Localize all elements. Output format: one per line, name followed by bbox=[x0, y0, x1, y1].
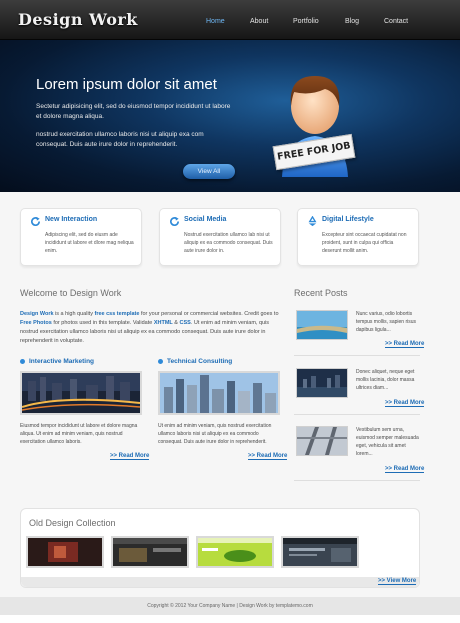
recycle-icon bbox=[308, 216, 317, 227]
interactive-marketing-heading: Interactive Marketing bbox=[20, 358, 94, 365]
welcome-heading: Welcome to Design Work bbox=[20, 288, 122, 298]
copyright-text: Copyright © 2012 Your Company Name | Des… bbox=[147, 603, 313, 609]
post-thumbnail-1[interactable] bbox=[296, 310, 348, 340]
nav-portfolio[interactable]: Portfolio bbox=[293, 18, 319, 25]
site-footer: Copyright © 2012 Your Company Name | Des… bbox=[0, 597, 460, 615]
site-logo[interactable]: Design Work bbox=[18, 10, 138, 29]
nav-home[interactable]: Home bbox=[206, 18, 225, 25]
feature-text: Excepteur sint occaecat cupidatat non pr… bbox=[322, 232, 407, 254]
feature-box-new-interaction: New Interaction Adipiscing elit, sed do … bbox=[20, 208, 142, 266]
intro-text: for photos used in this template. Valida… bbox=[51, 320, 154, 326]
nav-about[interactable]: About bbox=[250, 18, 268, 25]
collection-thumb-3[interactable] bbox=[196, 536, 274, 568]
subheading-text: Technical Consulting bbox=[167, 358, 233, 365]
feature-box-digital-lifestyle: Digital Lifestyle Excepteur sint occaeca… bbox=[297, 208, 419, 266]
hero-text-1: Sectetur adipisicing elit, sed do eiusmo… bbox=[36, 103, 231, 120]
css-link[interactable]: CSS bbox=[180, 320, 191, 326]
hero-text-2: nostrud exercitation ullamco laboris nis… bbox=[36, 131, 204, 148]
read-more-link[interactable]: >> Read More bbox=[385, 341, 425, 348]
bullet-icon bbox=[20, 358, 25, 364]
nav-blog[interactable]: Blog bbox=[345, 18, 359, 25]
collection-footer-bar bbox=[21, 577, 419, 587]
read-more-link[interactable]: >> Read More bbox=[110, 453, 150, 460]
collection-thumb-2[interactable] bbox=[111, 536, 189, 568]
bullet-icon bbox=[158, 358, 163, 364]
post-divider bbox=[294, 414, 420, 415]
read-more-link[interactable]: >> Read More bbox=[385, 466, 425, 473]
city-night-image bbox=[20, 371, 142, 415]
site-header: Design Work Home About Portfolio Blog Co… bbox=[0, 0, 460, 40]
refresh-icon bbox=[31, 216, 40, 227]
feature-text: Adipiscing elit, sed do eiusm ade incidi… bbox=[45, 232, 134, 254]
collection-thumb-1[interactable] bbox=[26, 536, 104, 568]
read-more-link[interactable]: >> Read More bbox=[385, 400, 425, 407]
technical-consulting-heading: Technical Consulting bbox=[158, 358, 232, 365]
post-excerpt: Donec aliquet, neque eget mollis lacinia… bbox=[356, 369, 415, 391]
post-divider bbox=[294, 355, 420, 356]
feature-title: Social Media bbox=[184, 216, 227, 223]
collection-heading: Old Design Collection bbox=[29, 518, 116, 528]
post-thumbnail-2[interactable] bbox=[296, 368, 348, 398]
collection-thumb-4[interactable] bbox=[281, 536, 359, 568]
feature-title: New Interaction bbox=[45, 216, 98, 223]
interactive-marketing-text: Eiusmod tempor incididunt ut labore et d… bbox=[20, 423, 138, 445]
view-all-button[interactable]: View All bbox=[183, 164, 235, 179]
hero-banner: Lorem ipsum dolor sit amet Sectetur adip… bbox=[0, 40, 460, 192]
feature-title: Digital Lifestyle bbox=[322, 216, 374, 223]
read-more-link[interactable]: >> Read More bbox=[248, 453, 288, 460]
post-excerpt: Vestibulum sem urna, euismod semper male… bbox=[356, 427, 419, 457]
free-photos-link[interactable]: Free Photos bbox=[20, 320, 52, 326]
intro-text: for your personal or commercial websites… bbox=[139, 311, 279, 317]
post-divider bbox=[294, 480, 420, 481]
technical-consulting-text: Ut enim ad minim veniam, quis nostrud ex… bbox=[158, 423, 272, 445]
xhtml-link[interactable]: XHTML bbox=[154, 320, 173, 326]
post-excerpt: Nunc varius, odio lobortis tempus mollis… bbox=[356, 311, 417, 333]
hero-title: Lorem ipsum dolor sit amet bbox=[36, 76, 217, 93]
subheading-text: Interactive Marketing bbox=[29, 358, 95, 365]
refresh-icon bbox=[170, 216, 179, 227]
city-skyline-image bbox=[158, 371, 280, 415]
feature-text: Nostrud exercitation ullamco lab nisi ut… bbox=[184, 232, 273, 254]
post-thumbnail-3[interactable] bbox=[296, 426, 348, 456]
view-more-link[interactable]: >> View More bbox=[378, 578, 417, 585]
recent-posts-heading: Recent Posts bbox=[294, 288, 348, 298]
feature-box-social-media: Social Media Nostrud exercitation ullamc… bbox=[159, 208, 281, 266]
intro-text: & bbox=[172, 320, 180, 326]
free-css-link[interactable]: free css template bbox=[94, 311, 139, 317]
nav-contact[interactable]: Contact bbox=[384, 18, 408, 25]
welcome-intro: Design Work is a high quality free css t… bbox=[20, 310, 282, 346]
intro-text: is a high quality bbox=[53, 311, 95, 317]
brand-link[interactable]: Design Work bbox=[20, 311, 54, 317]
